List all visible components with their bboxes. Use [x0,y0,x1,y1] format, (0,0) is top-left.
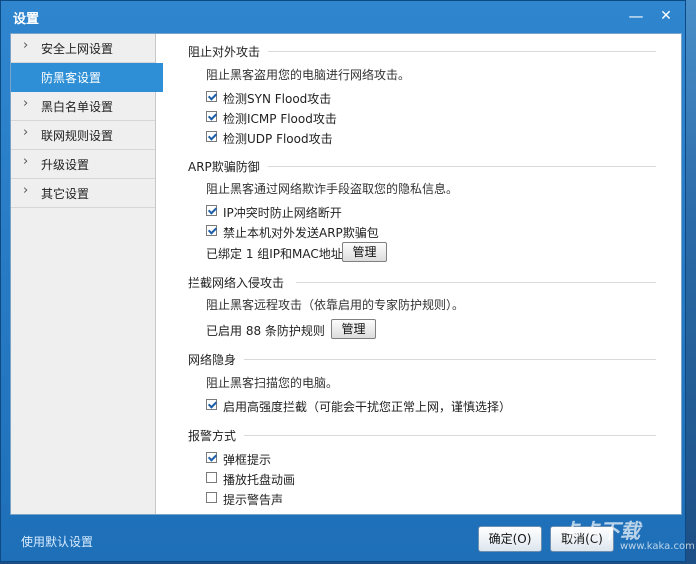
title-bar[interactable]: 设置 — ✕ [1,1,685,33]
option-label: IP冲突时防止网络断开 [223,206,342,220]
sidebar-item-label: 黑白名单设置 [41,100,114,114]
checkbox[interactable] [206,91,217,102]
ok-button[interactable]: 确定(O) [478,526,542,552]
section-title-attack: 阻止对外攻击 [188,45,261,59]
watermark-logo: 卡卡下载 www.kaka.com [560,519,695,560]
section-title-alert: 报警方式 [188,429,237,443]
close-icon[interactable]: ✕ [657,7,675,25]
client-area: › 安全上网设置 防黑客设置 › 黑白名单设置 › 联网规则设置 › 升级设置 … [10,33,682,515]
sidebar-item-label: 安全上网设置 [41,42,114,56]
watermark-text: 卡卡下载 [560,519,640,543]
section-title-intrusion: 拦截网络入侵攻击 [188,276,285,290]
checkbox[interactable] [206,225,217,236]
checkbox[interactable] [206,399,217,410]
sidebar-item-black-white-list[interactable]: › 黑白名单设置 [11,92,155,121]
checkbox[interactable] [206,452,217,463]
settings-content: 阻止对外攻击 阻止黑客盗用您的电脑进行网络攻击。 检测SYN Flood攻击 检… [156,34,681,514]
arp-bound-status: 已绑定 1 组IP和MAC地址 [206,247,343,261]
section-divider [244,435,656,436]
checkbox[interactable] [206,205,217,216]
chevron-right-icon: › [23,96,29,111]
sidebar-item-label: 其它设置 [41,187,90,201]
sidebar-item-network-rules[interactable]: › 联网规则设置 [11,121,155,150]
checkbox[interactable] [206,131,217,142]
section-desc-stealth: 阻止黑客扫描您的电脑。 [206,376,339,390]
sidebar-item-other[interactable]: › 其它设置 [11,179,155,208]
sidebar-item-label: 防黑客设置 [41,71,102,85]
sidebar-item-update[interactable]: › 升级设置 [11,150,155,179]
window-title: 设置 [13,12,40,27]
sidebar: › 安全上网设置 防黑客设置 › 黑白名单设置 › 联网规则设置 › 升级设置 … [11,34,163,514]
sidebar-item-safe-browsing[interactable]: › 安全上网设置 [11,34,155,63]
minimize-icon[interactable]: — [627,7,645,25]
section-title-arp: ARP欺骗防御 [188,160,260,174]
section-desc-arp: 阻止黑客通过网络欺诈手段盗取您的隐私信息。 [206,182,459,196]
chevron-right-icon: › [23,154,29,169]
sidebar-item-label: 联网规则设置 [41,129,114,143]
section-desc-attack: 阻止黑客盗用您的电脑进行网络攻击。 [206,68,411,82]
watermark-url: www.kaka.com [620,541,695,552]
arp-manage-button[interactable]: 管理 [342,242,387,262]
chevron-right-icon: › [23,125,29,140]
intrusion-rules-status: 已启用 88 条防护规则 [206,324,325,338]
intrusion-manage-button[interactable]: 管理 [331,319,376,339]
chevron-right-icon: › [23,183,29,198]
section-desc-intrusion: 阻止黑客远程攻击（依靠启用的专家防护规则）。 [206,298,465,312]
option-label: 提示警告声 [223,493,284,507]
option-label: 启用高强度拦截（可能会干扰您正常上网，谨慎选择） [223,400,512,414]
restore-defaults-link[interactable]: 使用默认设置 [21,533,93,550]
sidebar-item-anti-hacker[interactable]: 防黑客设置 [11,63,163,92]
chevron-right-icon: › [23,38,29,53]
option-label: 弹框提示 [223,453,272,467]
sidebar-item-label: 升级设置 [41,158,90,172]
section-divider [296,282,656,283]
section-title-stealth: 网络隐身 [188,353,237,367]
section-divider [268,166,656,167]
section-divider [244,359,656,360]
option-label: 禁止本机对外发送ARP欺骗包 [223,226,379,240]
section-divider [268,51,656,52]
option-label: 播放托盘动画 [223,473,296,487]
checkbox[interactable] [206,472,217,483]
checkbox[interactable] [206,111,217,122]
checkbox[interactable] [206,492,217,503]
option-label: 检测UDP Flood攻击 [223,132,333,146]
option-label: 检测ICMP Flood攻击 [223,112,337,126]
settings-window: 设置 — ✕ › 安全上网设置 防黑客设置 › 黑白名单设置 › 联网规则设置 … [0,0,686,562]
option-label: 检测SYN Flood攻击 [223,92,332,106]
